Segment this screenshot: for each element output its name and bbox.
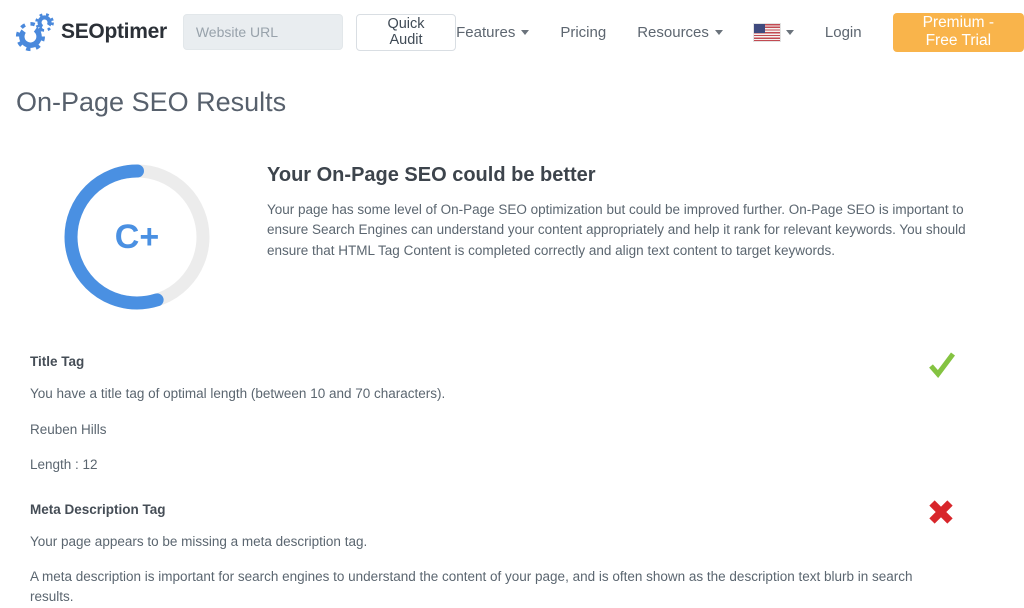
seoptimer-logo[interactable]: SEOptimer xyxy=(15,11,167,53)
nav-resources[interactable]: Resources xyxy=(637,24,723,41)
audit-item-text: Reuben Hills xyxy=(30,420,920,440)
audit-item-title: Meta Description Tag xyxy=(30,502,994,517)
chevron-down-icon xyxy=(715,30,723,35)
grade-value: C+ xyxy=(62,162,212,312)
language-selector[interactable] xyxy=(754,24,794,41)
quick-audit-button[interactable]: Quick Audit xyxy=(356,14,456,51)
audit-item-text: You have a title tag of optimal length (… xyxy=(30,384,920,404)
brand-name: SEOptimer xyxy=(61,20,167,44)
chevron-down-icon xyxy=(786,30,794,35)
audit-item-text: A meta description is important for sear… xyxy=(30,567,920,606)
grade-summary: C+ Your On-Page SEO could be better Your… xyxy=(62,162,1024,312)
page-title: On-Page SEO Results xyxy=(16,87,1024,118)
audit-item-meta-description: Meta Description Tag Your page appears t… xyxy=(30,502,994,607)
audit-results: Title Tag You have a title tag of optima… xyxy=(30,354,994,606)
header: SEOptimer Quick Audit Features Pricing R… xyxy=(0,0,1024,64)
chevron-down-icon xyxy=(521,30,529,35)
premium-free-trial-button[interactable]: Premium - Free Trial xyxy=(893,13,1024,52)
audit-item-text: Length : 12 xyxy=(30,455,920,475)
summary-description: Your page has some level of On-Page SEO … xyxy=(267,200,1007,261)
gear-logo-icon xyxy=(15,11,55,53)
audit-item-title-tag: Title Tag You have a title tag of optima… xyxy=(30,354,994,475)
audit-item-title: Title Tag xyxy=(30,354,994,369)
nav-login[interactable]: Login xyxy=(825,24,862,41)
main-nav: Features Pricing Resources Login Premium… xyxy=(456,13,1024,52)
summary-heading: Your On-Page SEO could be better xyxy=(267,164,1007,187)
us-flag-icon xyxy=(754,24,780,41)
website-url-input[interactable] xyxy=(183,14,343,50)
grade-donut: C+ xyxy=(62,162,212,312)
check-icon xyxy=(927,350,957,380)
cross-icon xyxy=(927,498,957,528)
audit-item-text: Your page appears to be missing a meta d… xyxy=(30,532,920,552)
nav-pricing[interactable]: Pricing xyxy=(560,24,606,41)
nav-features[interactable]: Features xyxy=(456,24,529,41)
